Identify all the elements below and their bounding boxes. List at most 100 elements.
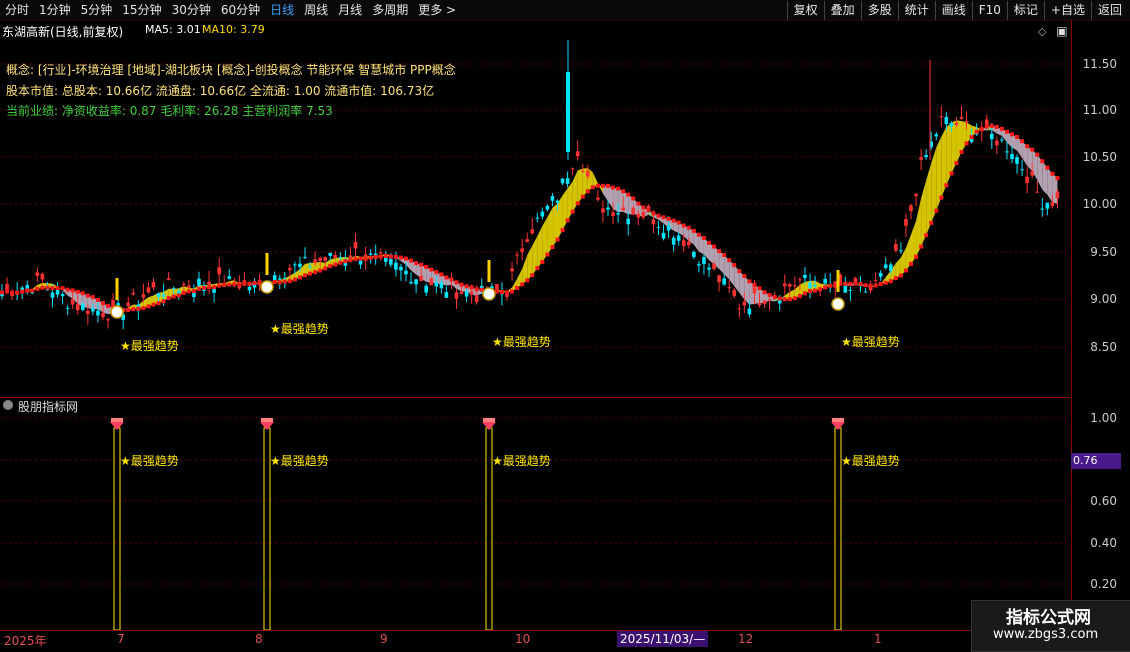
candle-body xyxy=(404,271,408,275)
ma-dot xyxy=(783,297,787,301)
tab-4[interactable]: 30分钟 xyxy=(167,0,216,20)
ma-dot xyxy=(253,281,257,285)
date-label: 2025/11/03/— xyxy=(617,631,708,647)
ma-dot xyxy=(172,294,176,298)
tab-1[interactable]: 1分钟 xyxy=(34,0,76,20)
ma-band xyxy=(951,120,956,173)
price-tick: 8.50 xyxy=(1090,340,1117,354)
ma-dot xyxy=(182,291,186,295)
candle-body xyxy=(172,288,176,289)
indicator-tick: 0.60 xyxy=(1090,494,1117,508)
collapse-icon[interactable] xyxy=(3,400,13,410)
ma-dot xyxy=(333,263,337,267)
ma-dot xyxy=(449,277,453,281)
candle-body xyxy=(934,134,938,136)
toolbar-btn-2[interactable]: 多股 xyxy=(861,1,898,20)
ma-dot xyxy=(146,304,150,308)
candle-body xyxy=(743,302,747,306)
date-label: 12 xyxy=(738,632,753,646)
price-axis: 11.5011.0010.5010.009.509.008.501.000.80… xyxy=(1071,20,1130,630)
window-icon[interactable]: ▣ xyxy=(1056,24,1067,38)
diamond-icon[interactable]: ◇ xyxy=(1038,25,1046,38)
candle-body xyxy=(409,282,413,283)
ma-dot xyxy=(404,257,408,261)
ma-dot xyxy=(167,296,171,300)
tab-10[interactable]: 更多 > xyxy=(413,0,461,20)
ma-dot xyxy=(626,193,630,197)
candle-body xyxy=(717,275,721,282)
ma-dot xyxy=(40,286,44,290)
ma-band xyxy=(573,170,578,211)
candle-body xyxy=(702,257,706,264)
ma-dot xyxy=(823,285,827,289)
tab-8[interactable]: 月线 xyxy=(333,0,367,20)
toolbar-btn-5[interactable]: F10 xyxy=(972,1,1007,20)
tab-6[interactable]: 日线 xyxy=(265,0,299,20)
tab-3[interactable]: 15分钟 xyxy=(117,0,166,20)
candle-body xyxy=(894,244,898,251)
candle-body xyxy=(889,264,893,271)
candle-body xyxy=(394,263,398,270)
toolbar-btn-4[interactable]: 画线 xyxy=(935,1,972,20)
candle-body xyxy=(116,303,120,305)
candle-body xyxy=(662,233,666,239)
ma-dot xyxy=(136,307,140,311)
ma-dot xyxy=(106,304,110,308)
signal-label: ★最强趋势 xyxy=(841,454,900,468)
candle-body xyxy=(288,268,292,270)
ma-band xyxy=(603,186,608,202)
candle-body xyxy=(465,291,469,296)
candle-body xyxy=(207,282,211,284)
indicator-chart[interactable]: ★最强趋势★最强趋势★最强趋势★最强趋势 xyxy=(0,398,1070,630)
ma5-value: MA5: 3.01 xyxy=(145,23,201,36)
ma-dot xyxy=(571,210,575,214)
candle-body xyxy=(303,257,307,258)
candle-body xyxy=(606,207,610,209)
ma-dot xyxy=(343,259,347,263)
ma-dot xyxy=(601,184,605,188)
ma-dot xyxy=(313,270,317,274)
candle-body xyxy=(1000,140,1004,141)
toolbar-btn-0[interactable]: 复权 xyxy=(787,1,824,20)
tab-5[interactable]: 60分钟 xyxy=(216,0,265,20)
candle-body xyxy=(763,300,767,304)
ma-dot xyxy=(1005,130,1009,134)
tab-0[interactable]: 分时 xyxy=(0,0,34,20)
ma-dot xyxy=(631,196,635,200)
candle-body xyxy=(470,291,474,295)
ma-dot xyxy=(298,275,302,279)
candle-body xyxy=(707,268,711,270)
period-tabs: 分时1分钟5分钟15分钟30分钟60分钟日线周线月线多周期更多 > xyxy=(0,0,461,20)
ma-dot xyxy=(899,273,903,277)
toolbar-btn-3[interactable]: 统计 xyxy=(898,1,935,20)
ma-dot xyxy=(687,226,691,230)
toolbar-btn-8[interactable]: 返回 xyxy=(1091,1,1128,20)
date-label: 8 xyxy=(255,632,263,646)
tab-9[interactable]: 多周期 xyxy=(367,0,413,20)
ma-dot xyxy=(308,272,312,276)
candle-body xyxy=(51,292,55,297)
toolbar-btn-7[interactable]: +自选 xyxy=(1044,1,1091,20)
toolbar-btn-6[interactable]: 标记 xyxy=(1007,1,1044,20)
ma-dot xyxy=(465,284,469,288)
ma-dot xyxy=(1025,144,1029,148)
ma-dot xyxy=(162,299,166,303)
indicator-title: 股朋指标网 xyxy=(18,398,78,415)
ma-dot xyxy=(374,255,378,259)
tab-7[interactable]: 周线 xyxy=(299,0,333,20)
candle-body xyxy=(147,287,151,292)
toolbar: 分时1分钟5分钟15分钟30分钟60分钟日线周线月线多周期更多 > 复权叠加多股… xyxy=(0,0,1130,21)
ma-dot xyxy=(303,273,307,277)
candle-body xyxy=(687,241,691,245)
ma-dot xyxy=(5,289,9,293)
toolbar-btn-1[interactable]: 叠加 xyxy=(824,1,861,20)
candle-body xyxy=(652,219,656,224)
candle-body xyxy=(642,212,646,218)
candle-body xyxy=(874,280,878,281)
ma-dot xyxy=(288,279,292,283)
candle-body xyxy=(36,273,40,276)
tab-2[interactable]: 5分钟 xyxy=(76,0,118,20)
ma-dot xyxy=(96,298,100,302)
ma-dot xyxy=(697,233,701,237)
candle-body xyxy=(248,287,252,291)
